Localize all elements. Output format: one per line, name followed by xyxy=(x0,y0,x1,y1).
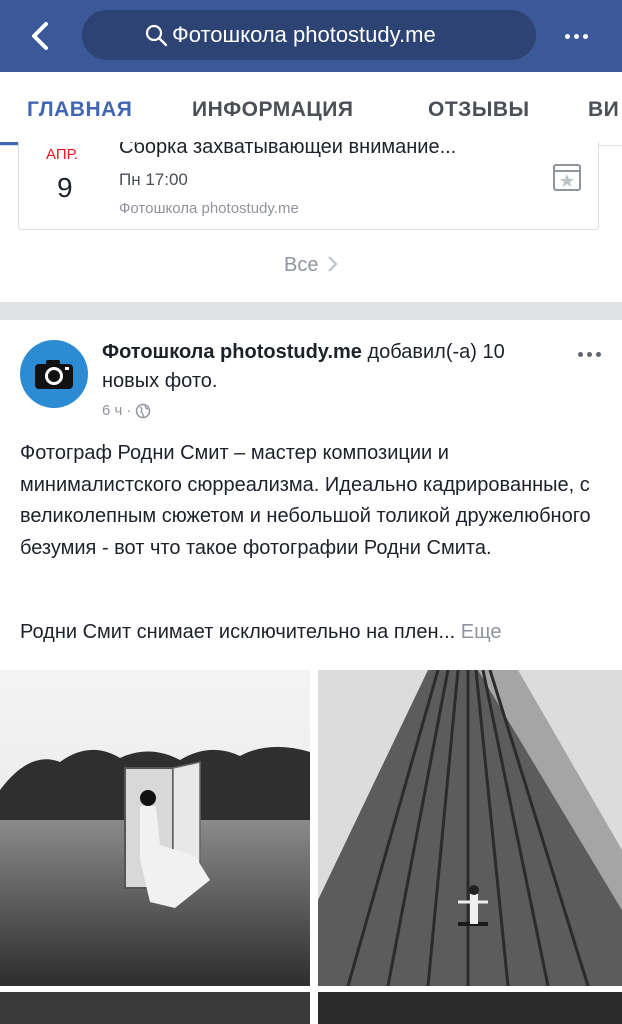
photo-image xyxy=(318,670,622,986)
search-icon xyxy=(145,24,168,47)
back-button[interactable] xyxy=(22,16,58,56)
search-text: Фотошкола photostudy.me xyxy=(172,22,436,47)
tab-videos[interactable]: ВИ xyxy=(588,98,619,122)
event-month: АПР. xyxy=(46,146,78,163)
see-more-link[interactable]: Еще xyxy=(461,621,502,643)
post-header: Фотошкола photostudy.me добавил(-а) 10 н… xyxy=(102,338,562,396)
post-options-button[interactable] xyxy=(578,352,601,357)
top-bar: Фотошкола photostudy.me xyxy=(0,0,622,72)
tab-reviews[interactable]: ОТЗЫВЫ xyxy=(428,98,530,122)
page-tabs: ГЛАВНАЯ ИНФОРМАЦИЯ ОТЗЫВЫ ВИ xyxy=(0,72,622,146)
photo-image xyxy=(0,670,310,986)
tab-info[interactable]: ИНФОРМАЦИЯ xyxy=(192,98,353,122)
post-photo[interactable] xyxy=(318,670,622,986)
post-photo[interactable] xyxy=(318,992,622,1024)
event-time: Пн 17:00 xyxy=(119,170,188,189)
event-day: 9 xyxy=(57,172,73,203)
tab-home[interactable]: ГЛАВНАЯ xyxy=(27,98,132,122)
section-separator xyxy=(0,302,622,320)
camera-icon xyxy=(35,360,73,389)
calendar-star-icon[interactable] xyxy=(552,162,582,192)
post-meta: 6 ч · xyxy=(102,402,151,419)
back-icon xyxy=(32,22,48,50)
event-card[interactable]: АПР. 9 Сборка захватывающей внимание... … xyxy=(18,142,599,230)
globe-icon xyxy=(136,403,151,418)
see-all-link[interactable]: Все xyxy=(0,254,622,277)
post-text-truncated: Родни Смит снимает исключительно на плен… xyxy=(20,621,620,644)
post-photo[interactable] xyxy=(0,992,310,1024)
chevron-right-icon xyxy=(328,256,338,272)
event-organizer: Фотошкола photostudy.me xyxy=(119,200,299,217)
events-section: АПР. 9 Сборка захватывающей внимание... … xyxy=(0,142,622,302)
more-icon[interactable] xyxy=(556,22,596,50)
search-bar[interactable]: Фотошкола photostudy.me xyxy=(82,10,536,60)
see-all-label: Все xyxy=(283,254,319,276)
post-author[interactable]: Фотошкола photostudy.me xyxy=(102,341,362,363)
event-title: Сборка захватывающей внимание... xyxy=(119,142,457,158)
post: Фотошкола photostudy.me добавил(-а) 10 н… xyxy=(0,320,622,1024)
post-text-2: Родни Смит снимает исключительно на плен… xyxy=(20,621,456,643)
post-text: Фотограф Родни Смит – мастер композиции … xyxy=(20,442,591,559)
avatar[interactable] xyxy=(20,340,88,408)
post-time[interactable]: 6 ч xyxy=(102,402,122,419)
post-photo[interactable] xyxy=(0,670,310,986)
